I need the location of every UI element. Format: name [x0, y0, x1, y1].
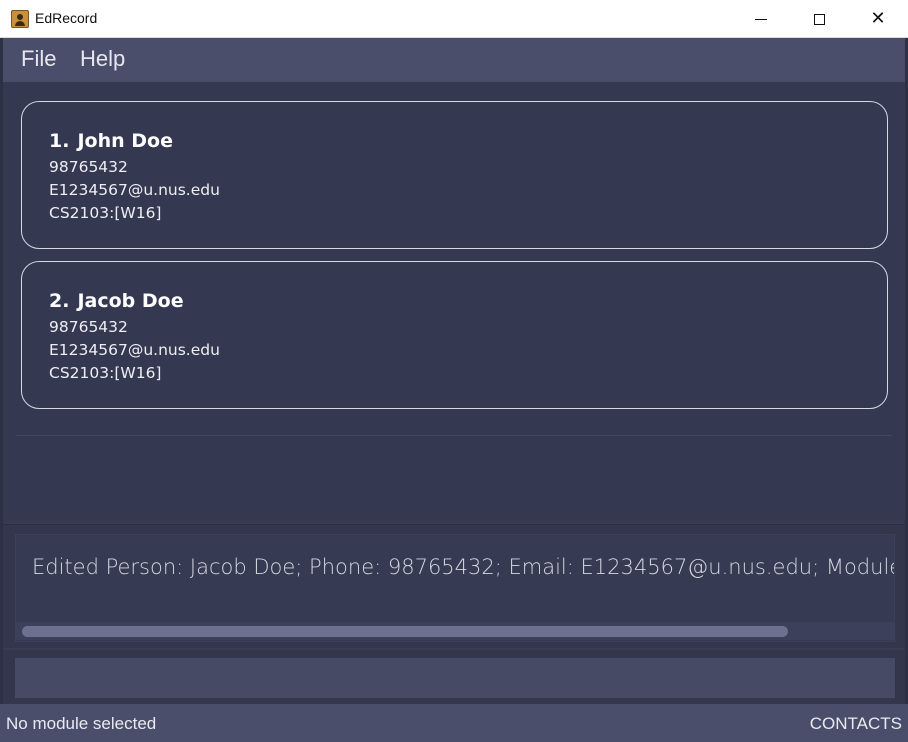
status-module: No module selected [6, 714, 157, 733]
person-name: 1. John Doe [49, 130, 173, 152]
result-message: Edited Person: Jacob Doe; Phone: 9876543… [32, 555, 894, 579]
command-input[interactable] [15, 658, 895, 698]
result-display-panel: Edited Person: Jacob Doe; Phone: 9876543… [3, 524, 905, 648]
status-view: CONTACTS [809, 714, 902, 733]
close-button[interactable]: ✕ [849, 0, 907, 38]
person-name-text: Jacob Doe [77, 290, 184, 312]
address-book-icon [11, 10, 29, 28]
person-modules: CS2103:[W16] [49, 204, 162, 222]
person-phone: 98765432 [49, 158, 128, 176]
status-bar: No module selected CONTACTS [0, 704, 908, 742]
minimize-icon [755, 18, 767, 20]
person-index: 1. [49, 130, 70, 152]
person-name: 2. Jacob Doe [49, 290, 184, 312]
person-email: E1234567@u.nus.edu [49, 181, 220, 199]
menu-file[interactable]: File [21, 46, 56, 72]
horizontal-scrollbar[interactable] [15, 622, 895, 640]
person-card[interactable]: 2. Jacob Doe 98765432 E1234567@u.nus.edu … [21, 261, 888, 409]
person-list: 1. John Doe 98765432 E1234567@u.nus.edu C… [3, 82, 905, 522]
command-box [3, 650, 905, 704]
person-index: 2. [49, 290, 70, 312]
maximize-button[interactable] [790, 0, 848, 38]
window-title: EdRecord [35, 10, 98, 26]
person-name-text: John Doe [77, 130, 173, 152]
minimize-button[interactable] [732, 0, 790, 38]
scrollbar-thumb[interactable] [22, 626, 788, 637]
person-email: E1234567@u.nus.edu [49, 341, 220, 359]
maximize-icon [813, 13, 825, 25]
menu-bar: File Help [0, 38, 908, 82]
title-bar: EdRecord ✕ [0, 0, 908, 38]
close-icon: ✕ [870, 8, 886, 29]
person-phone: 98765432 [49, 318, 128, 336]
menu-help[interactable]: Help [80, 46, 125, 72]
person-modules: CS2103:[W16] [49, 364, 162, 382]
person-card[interactable]: 1. John Doe 98765432 E1234567@u.nus.edu C… [21, 101, 888, 249]
list-divider [16, 435, 892, 436]
